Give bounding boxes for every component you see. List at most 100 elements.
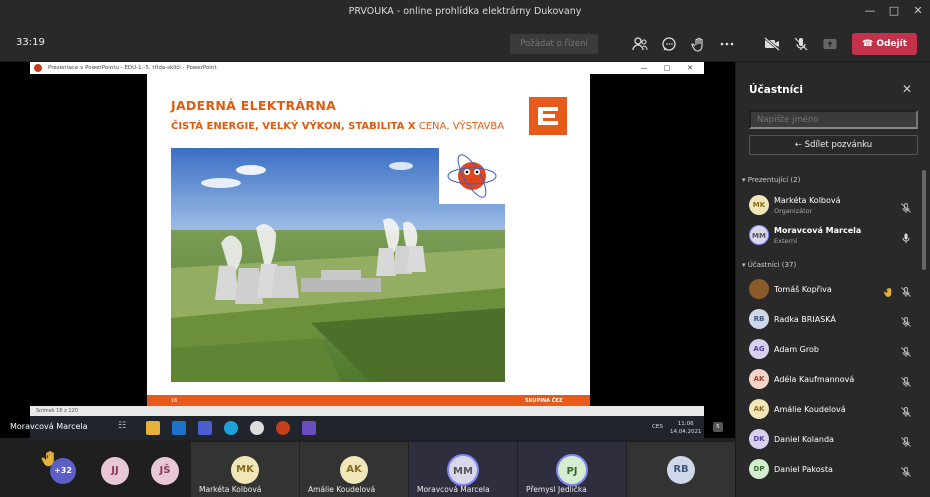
participants-icon[interactable] — [631, 35, 649, 53]
avatar: RB — [749, 309, 769, 329]
slide-subheading: ČISTÁ ENERGIE, VELKÝ VÝKON, STABILITA X … — [171, 121, 504, 132]
participant-name: Markéta Kolbová — [774, 196, 841, 205]
ppt-close-icon[interactable]: ✕ — [680, 62, 700, 74]
teams-icon[interactable] — [198, 421, 212, 435]
panel-scrollbar[interactable] — [922, 170, 926, 270]
notification-badge[interactable]: 5 — [713, 422, 723, 432]
panel-close-icon[interactable]: ✕ — [902, 82, 912, 96]
avatar: AK — [749, 399, 769, 419]
leave-label: Odejít — [876, 39, 908, 49]
participant-name: Adam Grob — [774, 345, 819, 354]
minimize-icon[interactable]: — — [858, 4, 882, 17]
chrome-icon[interactable] — [250, 421, 264, 435]
participant-row[interactable]: DP Daniel Pakosta — [749, 457, 919, 483]
tile-avatar-js[interactable]: JŠ — [151, 457, 179, 485]
mic-muted-icon — [900, 373, 912, 387]
participant-name: Adéla Kaufmannová — [774, 375, 855, 384]
participant-name: Daniel Pakosta — [774, 465, 833, 474]
overflow-count-badge[interactable]: +32 — [50, 458, 76, 484]
avatar: AG — [749, 339, 769, 359]
powerpoint-task-icon[interactable] — [276, 421, 290, 435]
shared-taskbar: ☷ CES 11:06 14.04.2021 5 — [30, 416, 723, 440]
tile-avatar: AK — [340, 456, 368, 484]
panel-title: Účastníci — [749, 84, 804, 96]
close-icon[interactable]: ✕ — [906, 4, 930, 17]
participant-row[interactable]: Tomáš Kopřiva — [749, 277, 919, 303]
tile-name: Přemysl Jedlička — [526, 485, 587, 494]
presenters-section-header[interactable]: ▾ Prezentující (2) — [742, 176, 800, 184]
tile-avatar-jj[interactable]: JJ — [101, 457, 129, 485]
tile-name: Markéta Kolbová — [199, 485, 262, 494]
tile-avatar: MM — [447, 454, 479, 486]
request-control-button[interactable]: Požádat o řízení — [510, 34, 598, 54]
tile-avatar: MK — [231, 456, 259, 484]
participant-name: Tomáš Kopřiva — [774, 285, 832, 294]
edge-icon[interactable] — [224, 421, 238, 435]
powerpoint-icon — [34, 64, 42, 72]
participant-name: Amálie Koudelová — [774, 405, 846, 414]
chevron-down-icon: ▾ — [742, 261, 746, 269]
slide-subheading-bold: ČISTÁ ENERGIE, VELKÝ VÝKON, STABILITA X — [171, 121, 416, 132]
window-titlebar: PRVOUKA - online prohlídka elektrárny Du… — [0, 0, 930, 26]
participant-row[interactable]: AG Adam Grob — [749, 337, 919, 363]
mic-muted-icon — [900, 433, 912, 447]
participant-name: Radka BRIASKÁ — [774, 315, 836, 324]
slide-subheading-light: CENA, VÝSTAVBA — [415, 121, 505, 132]
participant-row[interactable]: AK Amálie Koudelová — [749, 397, 919, 423]
attendees-section-header[interactable]: ▾ Účastníci (37) — [742, 261, 796, 269]
participant-row[interactable]: AK Adéla Kaufmannová — [749, 367, 919, 393]
app-task-icon[interactable] — [302, 421, 316, 435]
participant-role: Externí — [774, 237, 797, 245]
edge-legacy-icon[interactable] — [172, 421, 186, 435]
taskbar-time: 11:06 — [677, 421, 694, 427]
leave-button[interactable]: ☎ Odejít — [852, 33, 917, 55]
mic-off-icon[interactable] — [792, 35, 810, 53]
photo-avatar — [749, 279, 769, 299]
share-invite-button[interactable]: ⇠ Sdílet pozvánku — [749, 135, 918, 155]
chat-icon[interactable] — [660, 35, 678, 53]
meeting-timer: 33:19 — [16, 37, 45, 48]
mic-on-icon — [900, 229, 912, 243]
language-indicator[interactable]: CES — [652, 424, 663, 430]
mic-muted-icon — [900, 283, 912, 297]
maximize-icon[interactable]: □ — [882, 4, 906, 17]
camera-off-icon[interactable] — [763, 35, 781, 53]
ppt-maximize-icon[interactable]: □ — [657, 62, 677, 74]
participant-role: Organizátor — [774, 207, 813, 215]
cez-logo — [529, 97, 567, 135]
video-tile-mk[interactable]: MK Markéta Kolbová — [191, 442, 299, 497]
ppt-minimize-icon[interactable]: — — [634, 62, 654, 74]
slide: JADERNÁ ELEKTRÁRNA ČISTÁ ENERGIE, VELKÝ … — [147, 74, 590, 407]
ppt-window-title: Prezentace v PowerPointu - EDU-1.-5. tří… — [48, 65, 217, 71]
share-tray-icon[interactable] — [821, 35, 839, 53]
task-view-icon[interactable]: ☷ — [118, 421, 132, 435]
window-title: PRVOUKA - online prohlídka elektrárny Du… — [348, 6, 582, 17]
taskbar-clock[interactable]: 11:06 14.04.2021 — [670, 420, 702, 436]
ppt-statusbar: Snímek 16 z 120 — [30, 406, 704, 416]
more-options-icon[interactable] — [718, 35, 736, 53]
file-explorer-icon[interactable] — [146, 421, 160, 435]
share-icon: ⇠ — [794, 140, 802, 150]
ppt-titlebar: Prezentace v PowerPointu - EDU-1.-5. tří… — [30, 62, 704, 74]
meeting-toolbar: 33:19 Požádat o řízení ☎ Odejít — [0, 26, 930, 62]
video-tile-ak[interactable]: AK Amálie Koudelová — [300, 442, 408, 497]
power-plant-photo — [171, 148, 505, 382]
video-tile-pj[interactable]: PJ Přemysl Jedlička — [518, 442, 626, 497]
tile-avatar: RB — [667, 456, 695, 484]
participant-row[interactable]: RB Radka BRIASKÁ — [749, 307, 919, 333]
shared-powerpoint-window: Prezentace v PowerPointu - EDU-1.-5. tří… — [30, 62, 723, 440]
avatar: AK — [749, 369, 769, 389]
participant-row[interactable]: MM Moravcová Marcela Externí — [749, 223, 919, 249]
avatar: DP — [749, 459, 769, 479]
video-tile-mm[interactable]: MM Moravcová Marcela — [409, 442, 517, 497]
video-tile-rb[interactable]: RB — [627, 442, 735, 497]
ppt-slide-counter: Snímek 16 z 120 — [36, 408, 78, 414]
participant-name: Daniel Kolanda — [774, 435, 834, 444]
share-invite-label: Sdílet pozvánku — [804, 140, 873, 150]
participant-row[interactable]: MK Markéta Kolbová Organizátor — [749, 193, 919, 219]
raised-hand-icon — [883, 283, 895, 297]
participant-search-input[interactable] — [749, 110, 918, 129]
participant-row[interactable]: DK Daniel Kolanda — [749, 427, 919, 453]
mic-muted-icon — [900, 463, 912, 477]
raise-hand-icon[interactable] — [690, 35, 708, 53]
